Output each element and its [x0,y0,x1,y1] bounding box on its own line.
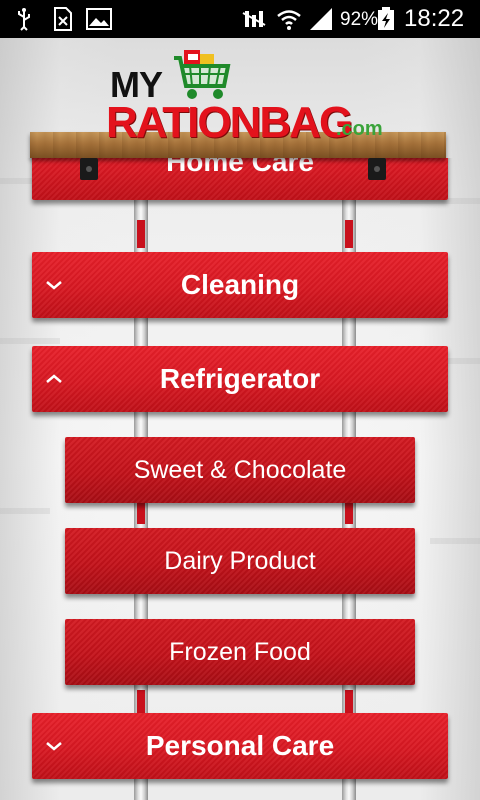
submenu-item-label: Frozen Food [169,637,311,666]
usb-icon [18,8,30,31]
logo-text-com: .com [336,118,383,140]
submenu-item-dairy-product[interactable]: Dairy Product [65,528,415,594]
chevron-down-icon [46,281,62,290]
menu-item-label: Refrigerator [159,363,321,394]
battery-charging-icon [378,7,394,30]
menu-item-label: Cleaning [180,269,300,300]
menu-item-label: Home Care [166,158,314,177]
submenu-item-frozen-food[interactable]: Frozen Food [65,619,415,685]
menu-item-refrigerator[interactable]: Refrigerator [32,346,448,412]
sim-icon [54,7,72,31]
chevron-down-icon [46,742,62,751]
menu-item-personal-care[interactable]: Personal Care [32,713,448,779]
gallery-icon [86,8,112,30]
status-time: 18:22 [404,5,465,32]
logo-text-rationbag: RATIONBAG [106,98,353,147]
chevron-up-icon [46,374,62,383]
shopping-cart-icon [174,50,231,99]
shelf-bracket-left [80,158,98,180]
mute-icon [242,11,266,27]
wifi-icon [277,10,301,30]
submenu-item-sweet-chocolate[interactable]: Sweet & Chocolate [65,437,415,503]
submenu-item-label: Dairy Product [164,546,316,575]
shelf-bracket-right [368,158,386,180]
menu-list: Home Care Cleaning Refrigerator Sweet & … [0,158,480,800]
menu-item-cleaning[interactable]: Cleaning [32,252,448,318]
submenu-item-label: Sweet & Chocolate [133,455,347,484]
menu-item-label: Personal Care [145,730,335,761]
battery-percent: 92% [340,9,379,30]
status-bar: 92% 18:22 [0,0,480,38]
app-logo: MY RATIONBAG .com [100,46,390,147]
signal-icon [310,8,332,30]
